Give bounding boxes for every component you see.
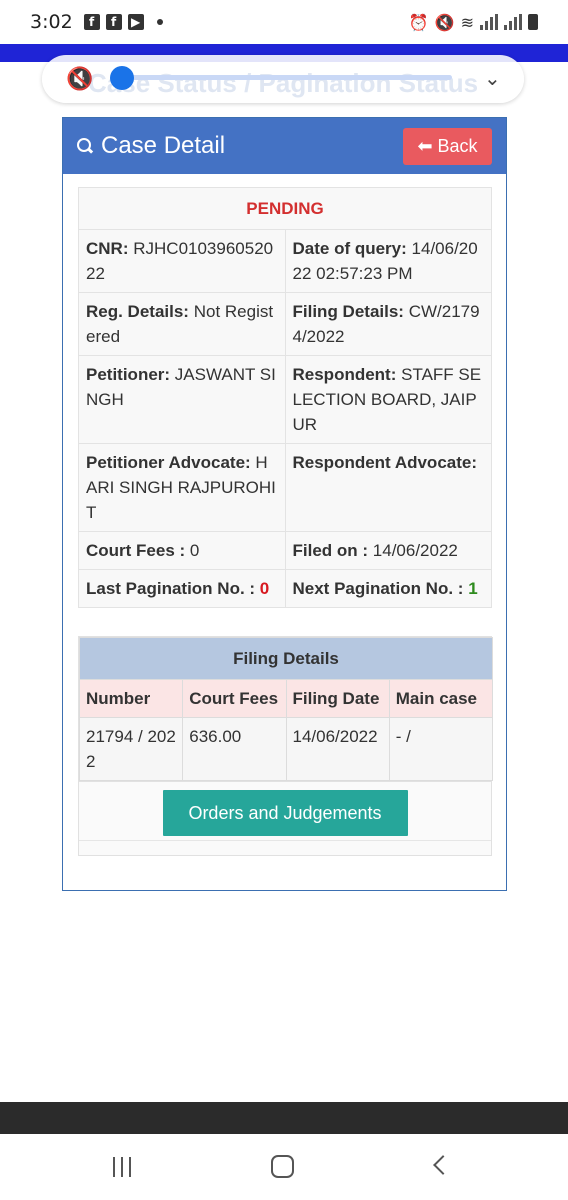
petitioner-label: Petitioner: xyxy=(86,365,171,384)
column-header-filing-date: Filing Date xyxy=(285,679,390,718)
reg-details-cell: Reg. Details: Not Registered xyxy=(78,292,286,356)
panel-title: Case Detail xyxy=(77,132,225,160)
petitioner-cell: Petitioner: JASWANT SINGH xyxy=(78,355,286,444)
table-row: 21794 / 2022 636.00 14/06/2022 - / xyxy=(78,717,494,781)
filing-details-cell: Filing Details: CW/21794/2022 xyxy=(284,292,492,356)
last-pagination-cell: Last Pagination No. : 0 xyxy=(78,569,286,608)
panel-title-text: Case Detail xyxy=(101,132,226,159)
column-header-main-case: Main case xyxy=(388,679,494,718)
petitioner-advocate-cell: Petitioner Advocate: HARI SINGH RAJPUROH… xyxy=(78,443,286,532)
signal-icon xyxy=(480,14,498,30)
volume-slider-thumb[interactable] xyxy=(110,66,134,90)
alarm-icon: ⏰ xyxy=(408,12,429,32)
column-header-number: Number xyxy=(78,679,184,718)
next-pagination-label: Next Pagination No. : xyxy=(292,579,464,598)
youtube-icon: ▶ xyxy=(127,14,144,30)
respondent-advocate-label: Respondent Advocate: xyxy=(292,453,478,472)
filing-details-section: Filing Details Number Court Fees Filing … xyxy=(78,636,494,856)
back-button[interactable]: ⬅ Back xyxy=(403,127,492,165)
cell-number: 21794 / 2022 xyxy=(78,717,184,781)
divider xyxy=(79,840,491,841)
filed-on-label: Filed on : xyxy=(292,541,369,560)
status-bar: 3:02 f f ▶ ⏰ 🔇 ≋ xyxy=(0,0,568,44)
date-of-query-cell: Date of query: 14/06/2022 02:57:23 PM xyxy=(284,229,492,293)
cell-court-fees: 636.00 xyxy=(182,717,287,781)
next-pagination-cell: Next Pagination No. : 1 xyxy=(284,569,492,608)
signal-icon xyxy=(504,14,522,30)
facebook-icon: f xyxy=(83,14,100,30)
panel-header: Case Detail ⬅ Back xyxy=(63,118,506,174)
orders-row: Orders and Judgements xyxy=(79,781,491,836)
page-heading: Case Status / Pagination Status xyxy=(88,68,479,98)
filing-details-label: Filing Details: xyxy=(292,302,404,321)
respondent-advocate-cell: Respondent Advocate: xyxy=(284,443,492,532)
reg-details-label: Reg. Details: xyxy=(86,302,189,321)
filing-details-title: Filing Details xyxy=(79,637,493,680)
arrow-left-icon: ⬅ xyxy=(417,135,433,156)
case-detail-table: PENDING CNR: RJHC010396052022 Date of qu… xyxy=(78,187,492,608)
status-right-icons: ⏰ 🔇 ≋ xyxy=(409,13,538,32)
column-header-court-fees: Court Fees xyxy=(182,679,287,718)
respondent-label: Respondent: xyxy=(292,365,397,384)
respondent-cell: Respondent: STAFF SELECTION BOARD, JAIPU… xyxy=(284,355,492,444)
filed-on-value: 14/06/2022 xyxy=(372,541,458,560)
next-pagination-value: 1 xyxy=(468,579,478,598)
case-detail-panel: Case Detail ⬅ Back PENDING CNR: RJHC0103… xyxy=(62,117,507,891)
panel-body: PENDING CNR: RJHC010396052022 Date of qu… xyxy=(63,174,506,856)
petitioner-advocate-label: Petitioner Advocate: xyxy=(86,453,251,472)
court-fees-label: Court Fees : xyxy=(86,541,186,560)
court-fees-value: 0 xyxy=(189,541,200,560)
bottom-dark-bar xyxy=(0,1102,568,1134)
cell-filing-date: 14/06/2022 xyxy=(285,717,390,781)
filing-details-table: Filing Details Number Court Fees Filing … xyxy=(78,637,494,781)
court-fees-cell: Court Fees : 0 xyxy=(78,531,286,570)
recents-icon[interactable] xyxy=(113,1157,131,1177)
facebook-icon: f xyxy=(105,14,122,30)
volume-slider[interactable] xyxy=(120,75,452,80)
status-time: 3:02 xyxy=(30,11,73,33)
search-icon xyxy=(77,138,93,154)
home-icon[interactable] xyxy=(271,1155,294,1178)
last-pagination-label: Last Pagination No. : xyxy=(86,579,256,598)
case-status: PENDING xyxy=(78,187,492,230)
orders-and-judgements-button[interactable]: Orders and Judgements xyxy=(162,790,408,836)
mute-icon: 🔇 xyxy=(434,12,455,32)
cnr-label: CNR: xyxy=(86,239,129,258)
filed-on-cell: Filed on : 14/06/2022 xyxy=(284,531,492,570)
chevron-down-icon[interactable]: ⌄ xyxy=(484,66,501,91)
date-of-query-label: Date of query: xyxy=(292,239,407,258)
battery-icon xyxy=(528,14,538,30)
cell-main-case: - / xyxy=(388,717,494,781)
mute-icon[interactable]: 🔇 xyxy=(66,66,93,92)
notification-dot-icon xyxy=(156,19,163,25)
cnr-cell: CNR: RJHC010396052022 xyxy=(78,229,286,293)
back-button-label: Back xyxy=(437,135,478,156)
wifi-icon: ≋ xyxy=(460,12,474,32)
last-pagination-value: 0 xyxy=(259,579,270,598)
